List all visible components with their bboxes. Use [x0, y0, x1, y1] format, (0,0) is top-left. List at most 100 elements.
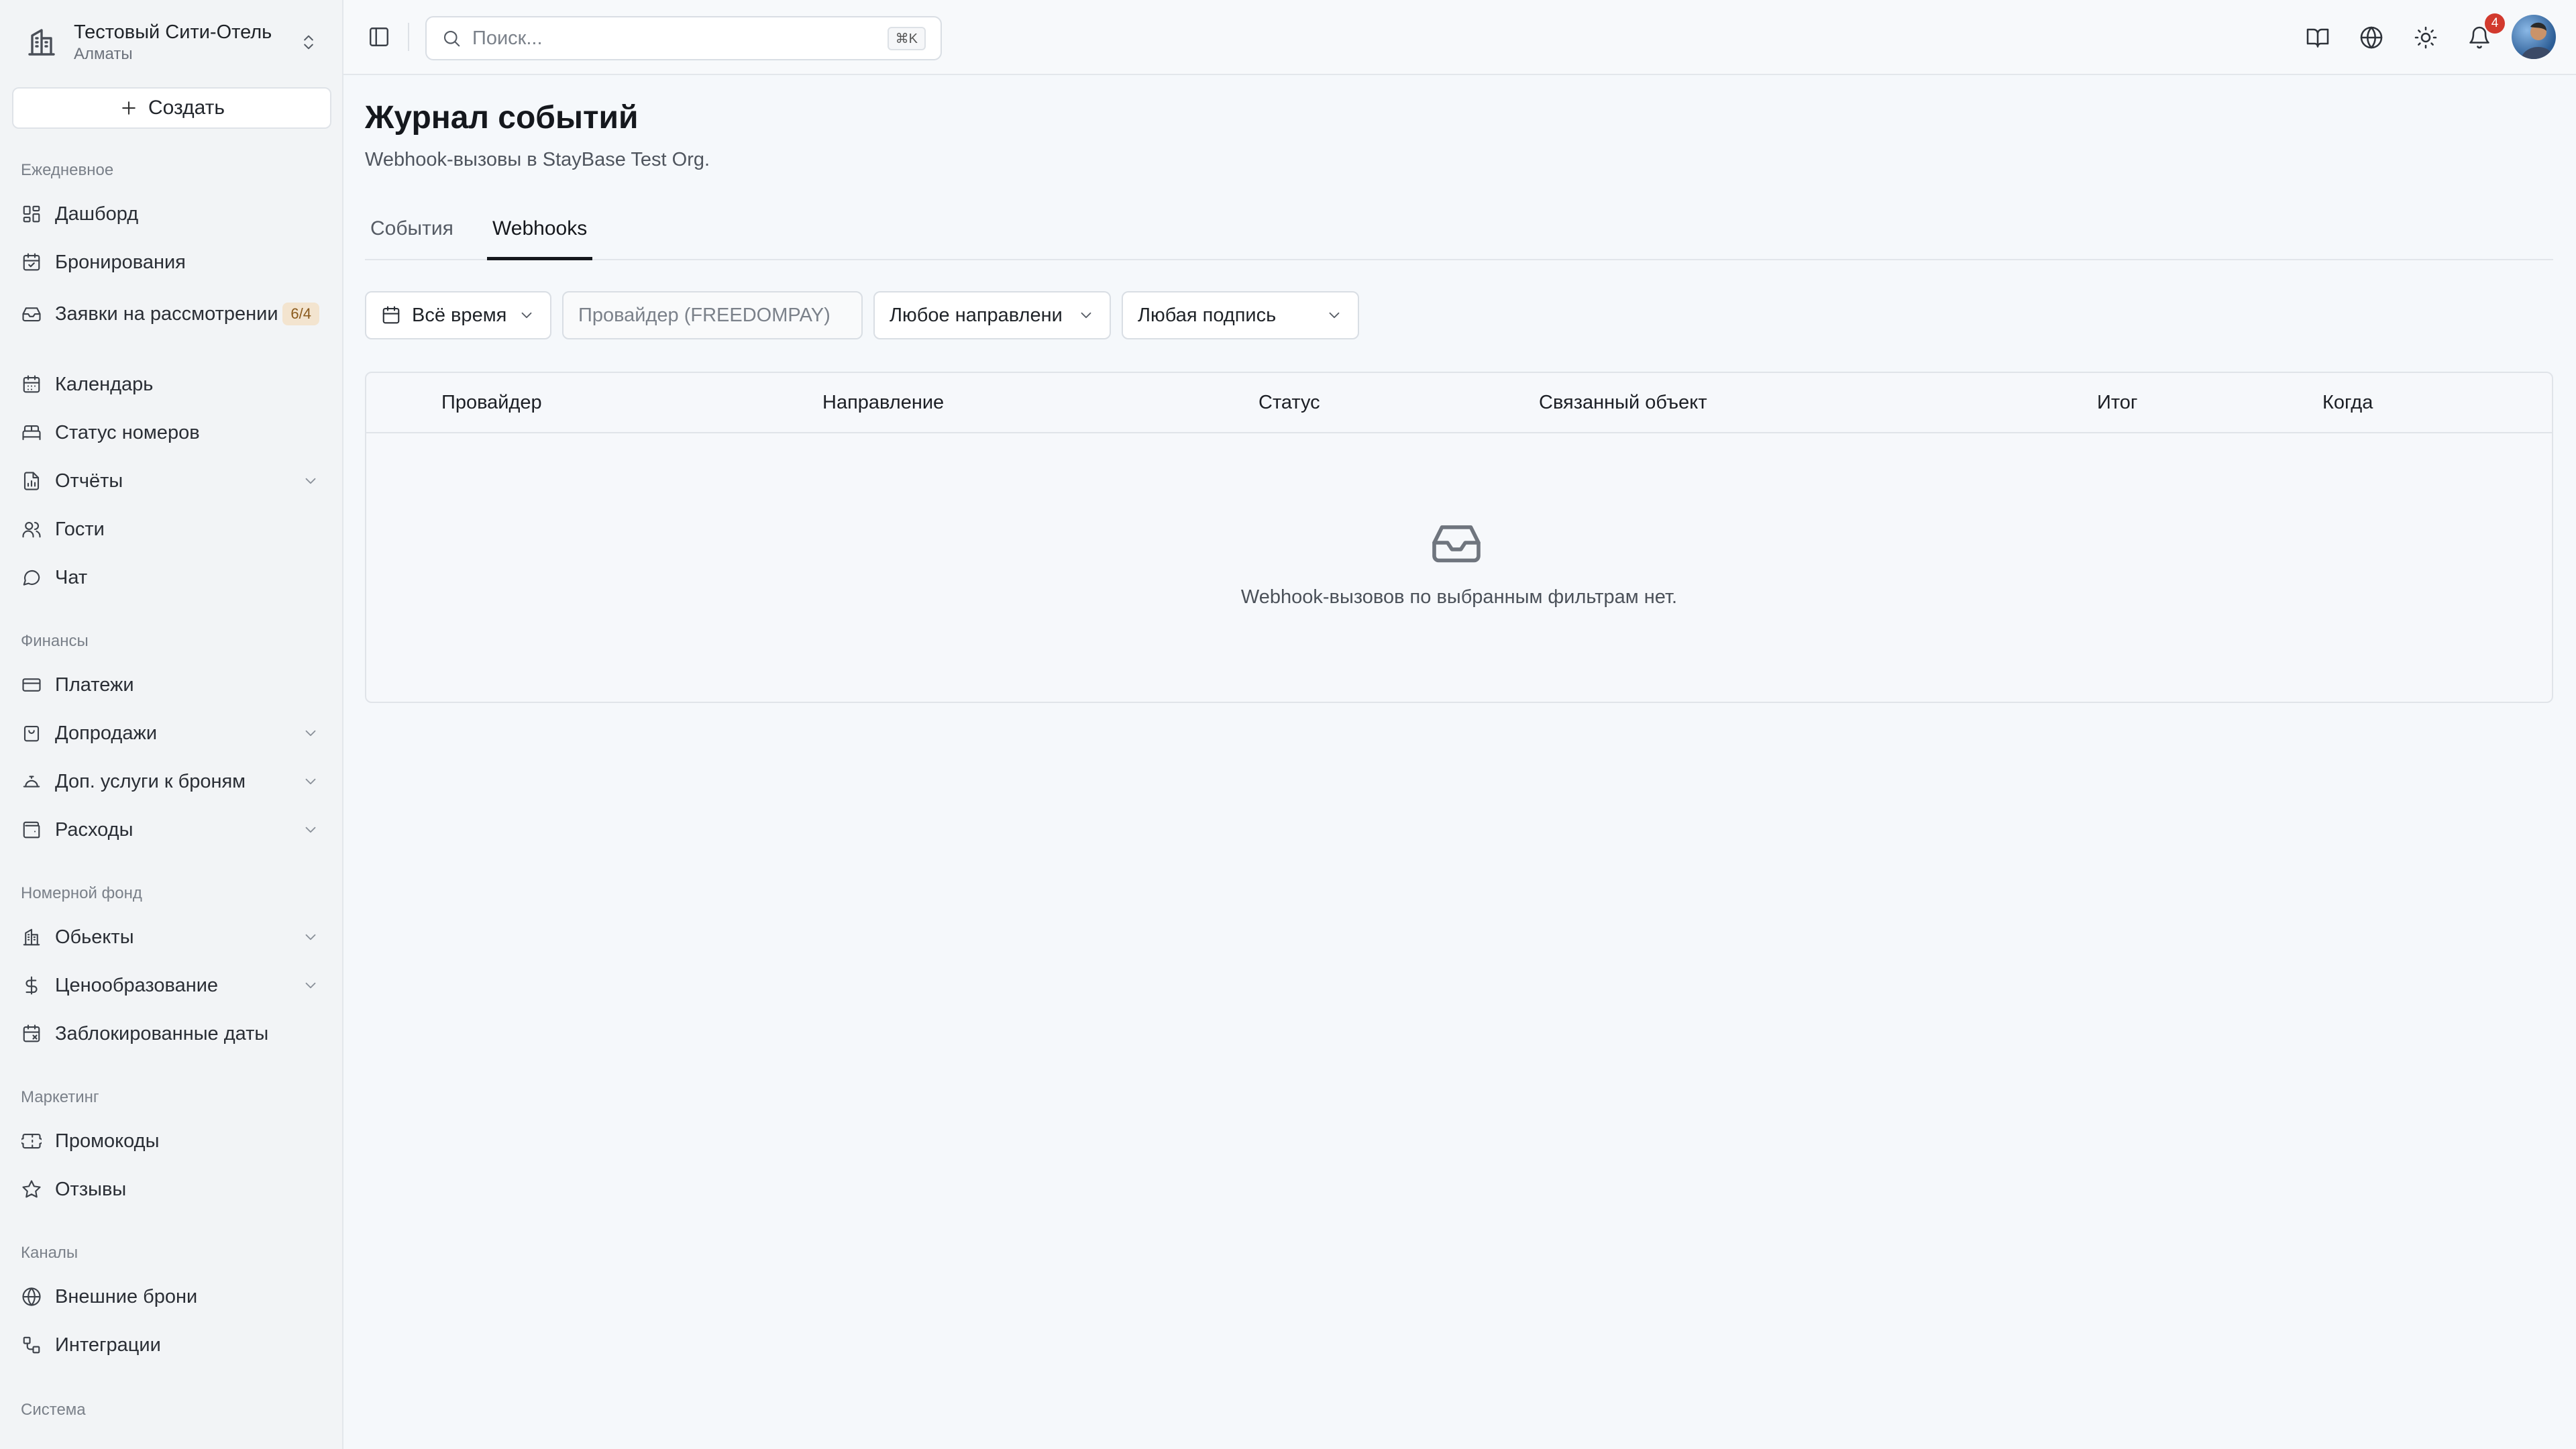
sidebar-item-label: Промокоды: [55, 1130, 160, 1152]
building-icon: [28, 29, 55, 56]
star-icon: [22, 1180, 41, 1198]
sidebar-item-pricing[interactable]: Ценообразование: [12, 965, 331, 1006]
search-bar[interactable]: ⌘K: [425, 16, 942, 60]
sidebar-item-chat[interactable]: Чат: [12, 557, 331, 598]
sidebar-group-room-stock: Номерной фонд: [21, 884, 142, 902]
sidebar-item-properties[interactable]: Обьекты: [12, 916, 331, 958]
create-button[interactable]: Создать: [12, 87, 331, 129]
sidebar-item-reviews[interactable]: Отзывы: [12, 1169, 331, 1210]
main-content: Журнал событий Webhook-вызовы в StayBase…: [343, 75, 2576, 1449]
chevron-down-icon: [1329, 312, 1340, 319]
tab-webhooks[interactable]: Webhooks: [487, 217, 593, 260]
sidebar-item-label: Интеграции: [55, 1334, 161, 1356]
globe-icon[interactable]: [2359, 25, 2383, 50]
empty-state: Webhook-вызовов по выбранным фильтрам не…: [366, 433, 2552, 703]
sidebar-item-room-status[interactable]: Статус номеров: [12, 412, 331, 453]
tabs: События Webhooks: [365, 207, 2553, 260]
chevron-down-icon: [305, 478, 316, 484]
sidebar-group-channels: Каналы: [21, 1244, 78, 1262]
sidebar: Тестовый Сити-Отель Алматы Создать Ежедн…: [0, 0, 343, 1449]
sidebar-item-dashboard[interactable]: Дашборд: [12, 193, 331, 235]
credit-card-icon: [22, 678, 41, 692]
period-filter[interactable]: Всё время: [365, 291, 551, 339]
report-file-icon: [23, 472, 40, 490]
webhooks-table: Провайдер Направление Статус Связанный о…: [365, 372, 2553, 703]
sidebar-item-label: Допродажи: [55, 722, 158, 744]
provider-filter-input[interactable]: [562, 291, 863, 339]
ticket-icon: [21, 1133, 42, 1149]
sidebar-item-label: Ценообразование: [55, 975, 219, 996]
empty-state-message: Webhook-вызовов по выбранным фильтрам не…: [1240, 586, 1678, 608]
avatar[interactable]: [2512, 15, 2556, 59]
column-header-direction[interactable]: Направление: [822, 392, 944, 414]
concierge-bell-icon: [23, 775, 40, 788]
sidebar-item-guests[interactable]: Гости: [12, 508, 331, 550]
sidebar-item-bookings[interactable]: Бронирования: [12, 241, 331, 283]
hotel-city: Алматы: [74, 45, 133, 63]
sidebar-item-external-bookings[interactable]: Внешние брони: [12, 1276, 331, 1318]
sidebar-item-payments[interactable]: Платежи: [12, 664, 331, 706]
column-header-status[interactable]: Статус: [1258, 392, 1320, 414]
dollar-icon: [25, 976, 38, 995]
sidebar-item-label: Бронирования: [55, 252, 186, 273]
search-input[interactable]: [472, 27, 888, 50]
signature-filter[interactable]: Любая подпись: [1122, 291, 1359, 339]
requests-count-badge: 6/4: [282, 303, 319, 325]
sidebar-item-label: Доп. услуги к броням: [55, 771, 246, 792]
dashboard-icon: [23, 205, 40, 223]
sidebar-item-promocodes[interactable]: Промокоды: [12, 1120, 331, 1162]
hotel-name: Тестовый Сити-Отель: [74, 21, 272, 43]
signature-filter-value: Любая подпись: [1138, 304, 1277, 326]
calendar-icon: [382, 306, 400, 324]
sidebar-item-label: Статус номеров: [55, 422, 200, 443]
sidebar-item-integrations[interactable]: Интеграции: [12, 1324, 331, 1366]
hotel-switcher[interactable]: Тестовый Сити-Отель Алматы: [12, 11, 331, 74]
sidebar-item-calendar[interactable]: Календарь: [12, 364, 331, 405]
direction-filter[interactable]: Любое направление: [873, 291, 1111, 339]
search-icon: [443, 30, 460, 47]
create-button-label: Создать: [148, 97, 225, 119]
sidebar-item-label: Обьекты: [55, 926, 134, 948]
sidebar-item-label: Чат: [55, 567, 88, 588]
divider: [408, 23, 409, 51]
building-icon: [23, 928, 40, 946]
sun-icon[interactable]: [2414, 25, 2438, 50]
sidebar-item-reports[interactable]: Отчёты: [12, 460, 331, 502]
sidebar-item-label: Отзывы: [55, 1179, 127, 1200]
page-title: Журнал событий: [365, 100, 639, 136]
sidebar-item-upsells[interactable]: Допродажи: [12, 712, 331, 754]
column-header-when[interactable]: Когда: [2322, 392, 2373, 414]
avatar-image-icon: [2521, 22, 2555, 59]
page-subtitle: Webhook-вызовы в StayBase Test Org.: [365, 149, 710, 170]
calendar-check-icon: [23, 253, 40, 271]
chevron-down-icon: [521, 312, 532, 319]
sidebar-toggle-icon[interactable]: [368, 25, 390, 48]
tab-events[interactable]: События: [365, 217, 459, 260]
book-open-icon[interactable]: [2306, 25, 2330, 50]
sidebar-item-label: Отчёты: [55, 470, 123, 492]
bed-icon: [22, 425, 41, 441]
sidebar-item-requests[interactable]: Заявки на рассмотрении 6/4: [12, 282, 331, 346]
sidebar-item-label: Платежи: [55, 674, 134, 696]
column-header-result[interactable]: Итог: [2097, 392, 2138, 414]
sidebar-item-label: Заявки на рассмотрении: [55, 303, 278, 325]
search-shortcut: ⌘K: [887, 26, 926, 50]
chevron-down-icon: [1081, 312, 1091, 319]
sidebar-item-extra-services[interactable]: Доп. услуги к броням: [12, 761, 331, 802]
sidebar-item-expenses[interactable]: Расходы: [12, 809, 331, 851]
sidebar-item-label: Гости: [55, 519, 105, 540]
wallet-icon: [23, 821, 40, 839]
column-header-provider[interactable]: Провайдер: [441, 392, 542, 414]
inbox-icon: [1432, 525, 1481, 563]
chevrons-up-down-icon: [304, 35, 313, 50]
sidebar-group-daily: Ежедневное: [21, 161, 114, 179]
sidebar-item-label: Дашборд: [55, 203, 139, 225]
column-header-related-object[interactable]: Связанный объект: [1539, 392, 1707, 414]
shopping-bag-icon: [23, 725, 40, 742]
globe-icon: [22, 1287, 41, 1306]
sidebar-group-finance: Финансы: [21, 632, 89, 650]
sidebar-item-blocked-dates[interactable]: Заблокированные даты: [12, 1013, 331, 1055]
direction-filter-value: Любое направление: [890, 304, 1061, 326]
top-bar: ⌘K 4: [343, 0, 2576, 75]
sidebar-item-label: Расходы: [55, 819, 133, 841]
